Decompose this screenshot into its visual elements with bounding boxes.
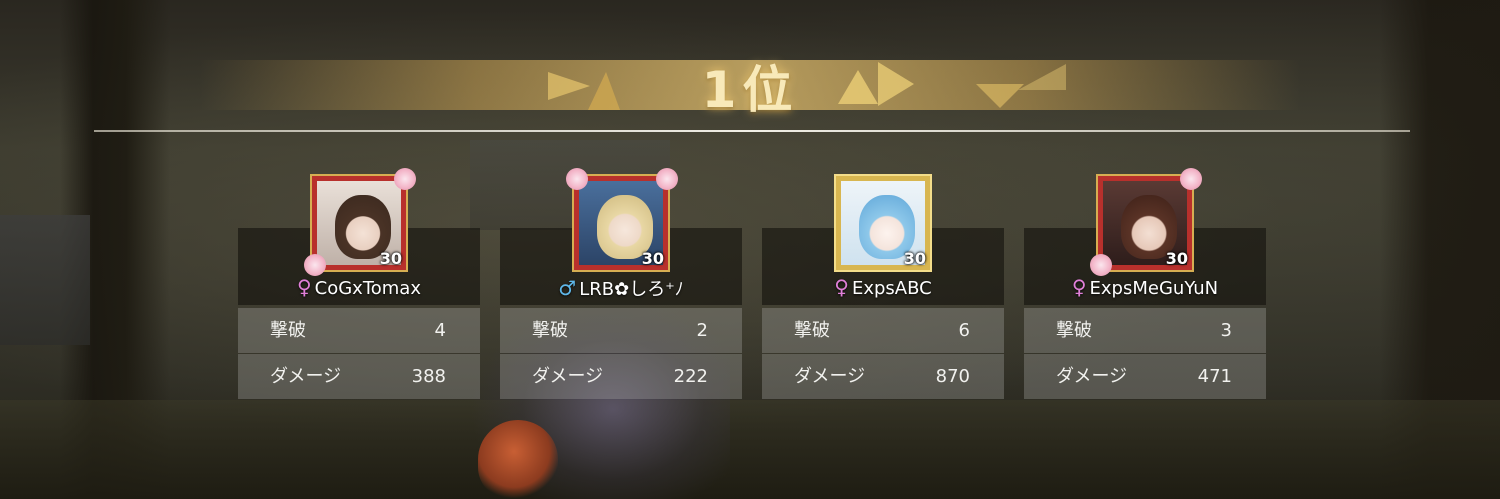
damage-label: ダメージ [532, 366, 604, 387]
player-name-label[interactable]: ♀ CoGxTomax [238, 275, 480, 299]
player-avatar[interactable]: 30 [1090, 168, 1202, 276]
stat-row-damage: ダメージ 870 [762, 354, 1004, 399]
stat-row-kills: 撃破 6 [762, 308, 1004, 353]
kills-label: 撃破 [532, 320, 568, 341]
player-name-label[interactable]: ♀ ExpsMeGuYuN [1024, 275, 1266, 299]
bird-companion [478, 420, 558, 499]
female-icon: ♀ [296, 275, 312, 299]
player-avatar[interactable]: 30 [304, 168, 416, 276]
player-card: 30 ♀ CoGxTomax 撃破 4 ダメージ 388 [238, 168, 480, 400]
player-level: 30 [641, 249, 664, 268]
flower-decoration [1180, 168, 1202, 190]
player-name-label[interactable]: ♀ ExpsABC [762, 275, 1004, 299]
player-name: CoGxTomax [314, 278, 421, 299]
ground [0, 400, 1500, 499]
player-card: 30 ♀ ExpsMeGuYuN 撃破 3 ダメージ 471 [1024, 168, 1266, 400]
player-name: LRB✿しろ⁺ﾉ [579, 279, 684, 300]
damage-label: ダメージ [270, 366, 342, 387]
damage-label: ダメージ [794, 366, 866, 387]
female-icon: ♀ [1071, 275, 1087, 299]
kills-value: 4 [434, 320, 446, 341]
female-icon: ♀ [834, 275, 849, 299]
kills-value: 6 [958, 320, 970, 341]
flower-decoration [394, 168, 416, 190]
divider-line [94, 130, 1410, 132]
flower-decoration [566, 168, 588, 190]
player-card: 30 ♂ LRB✿しろ⁺ﾉ 撃破 2 ダメージ 222 [500, 168, 742, 400]
damage-value: 471 [1197, 366, 1232, 387]
stat-row-damage: ダメージ 388 [238, 354, 480, 399]
kills-label: 撃破 [270, 320, 306, 341]
player-level: 30 [379, 249, 402, 268]
kills-label: 撃破 [1056, 320, 1092, 341]
kills-value: 3 [1220, 320, 1232, 341]
player-name-label[interactable]: ♂ LRB✿しろ⁺ﾉ [500, 275, 742, 301]
player-name: ExpsMeGuYuN [1089, 278, 1219, 299]
kills-value: 2 [696, 320, 708, 341]
player-level: 30 [1165, 249, 1188, 268]
stat-row-kills: 撃破 2 [500, 308, 742, 353]
kills-label: 撃破 [794, 320, 830, 341]
flower-decoration [656, 168, 678, 190]
player-level: 30 [903, 249, 926, 268]
damage-value: 222 [673, 366, 708, 387]
player-avatar[interactable]: 30 [834, 174, 932, 272]
stat-row-damage: ダメージ 471 [1024, 354, 1266, 399]
stat-row-kills: 撃破 3 [1024, 308, 1266, 353]
damage-value: 388 [411, 366, 446, 387]
stat-row-kills: 撃破 4 [238, 308, 480, 353]
male-icon: ♂ [558, 276, 577, 300]
rank-title: 1位 [701, 61, 799, 119]
player-avatar[interactable]: 30 [566, 168, 678, 272]
background-house [0, 215, 90, 345]
damage-label: ダメージ [1056, 366, 1128, 387]
flower-decoration [1090, 254, 1112, 276]
flower-decoration [304, 254, 326, 276]
damage-value: 870 [935, 366, 970, 387]
stat-row-damage: ダメージ 222 [500, 354, 742, 399]
player-name: ExpsABC [851, 278, 932, 299]
player-card: 30 ♀ ExpsABC 撃破 6 ダメージ 870 [762, 174, 1004, 400]
